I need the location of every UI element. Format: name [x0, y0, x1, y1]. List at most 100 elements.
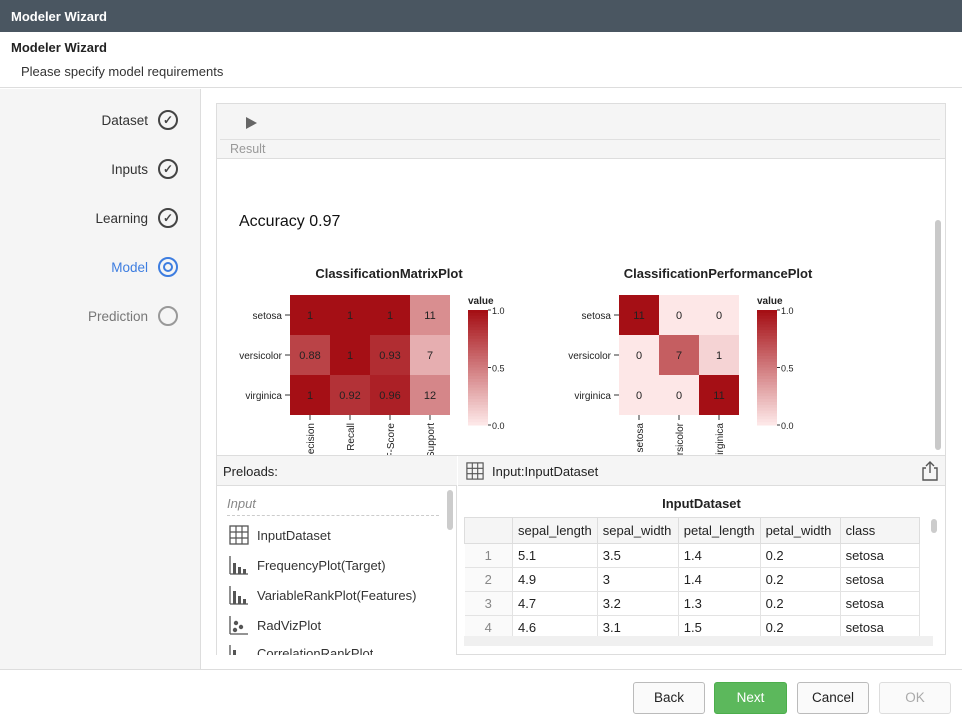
preloads-panel: Preloads: Input InputDataset FrequencyPl…: [217, 456, 457, 655]
table-cell: 3: [597, 567, 679, 592]
back-button[interactable]: Back: [633, 682, 705, 714]
legend-gradient-slice: [757, 402, 777, 406]
cell-value-label: 0.92: [339, 390, 360, 402]
preload-item-inputdataset[interactable]: InputDataset: [229, 524, 331, 546]
column-header[interactable]: petal_length: [677, 517, 761, 544]
cell-value-label: 7: [427, 350, 433, 362]
table-cell: setosa: [840, 543, 920, 568]
legend-gradient-slice: [468, 341, 488, 345]
cancel-button[interactable]: Cancel: [797, 682, 869, 714]
table-cell: 4.9: [512, 567, 598, 592]
legend-gradient-slice: [757, 344, 777, 348]
wizard-subtitle: Please specify model requirements: [21, 64, 224, 79]
current-step-icon: [158, 257, 178, 277]
legend-gradient-slice: [757, 330, 777, 334]
legend-gradient-slice: [757, 379, 777, 383]
step-label: Inputs: [111, 161, 148, 177]
legend-gradient-slice: [757, 381, 777, 386]
export-icon[interactable]: [920, 460, 940, 482]
row-label: setosa: [582, 311, 612, 322]
legend-tick-label: 1.0: [781, 306, 794, 316]
row-number: 3: [464, 591, 513, 616]
table-row[interactable]: 2 4.9 3 1.4 0.2 setosa: [464, 567, 920, 592]
column-label: rsicolor: [675, 422, 686, 455]
ok-button[interactable]: OK: [879, 682, 951, 714]
column-header[interactable]: petal_width: [759, 517, 841, 544]
legend-gradient-slice: [757, 419, 777, 423]
legend-gradient-slice: [468, 373, 488, 377]
legend-gradient-slice: [757, 361, 777, 366]
preload-item-radvizplot[interactable]: RadVizPlot: [229, 614, 321, 636]
legend-gradient-slice: [468, 404, 488, 409]
table-cell: 3.2: [597, 591, 679, 616]
step-label: Learning: [95, 210, 148, 226]
cell-value-label: 1: [307, 390, 313, 402]
legend-gradient-slice: [757, 341, 777, 345]
wizard-header: Modeler Wizard Please specify model requ…: [0, 32, 962, 88]
legend-gradient-slice: [757, 350, 777, 354]
legend-gradient-slice: [757, 367, 777, 371]
cell-value-label: 1: [347, 350, 353, 362]
next-button[interactable]: Next: [714, 682, 787, 714]
result-scrollbar[interactable]: [935, 220, 941, 450]
legend-gradient-slice: [468, 321, 488, 325]
play-icon[interactable]: [243, 114, 259, 132]
legend-gradient-slice: [468, 312, 488, 317]
section-divider: [227, 515, 439, 516]
row-label: versicolor: [239, 351, 282, 362]
preloads-scrollbar[interactable]: [447, 490, 453, 530]
row-label: virginica: [245, 391, 282, 402]
preload-item-label: VariableRankPlot(Features): [257, 587, 417, 603]
row-number: 2: [464, 567, 513, 592]
bar-chart-icon: [229, 586, 248, 605]
table-icon: [229, 525, 249, 545]
dataset-title: InputDataset: [662, 496, 741, 511]
bar-chart-icon: [229, 556, 248, 575]
legend-tick-label: 0.0: [492, 421, 505, 431]
cell-value-label: 7: [676, 350, 682, 362]
dataset-header-title: Input:InputDataset: [492, 464, 599, 479]
window-title: Modeler Wizard: [0, 0, 962, 32]
step-inputs[interactable]: Inputs ✓: [111, 157, 178, 181]
cell-value-label: 0.93: [379, 350, 400, 362]
preload-item-label: CorrelationRankPlot: [257, 646, 374, 655]
column-header[interactable]: class: [839, 517, 920, 544]
legend-tick-label: 0.0: [781, 421, 794, 431]
dataset-horizontal-scrollbar[interactable]: [464, 636, 933, 646]
legend-gradient-slice: [757, 410, 777, 414]
column-header[interactable]: sepal_length: [512, 517, 598, 544]
row-label: setosa: [253, 311, 283, 322]
step-prediction[interactable]: Prediction: [88, 304, 178, 328]
table-cell: 1.4: [678, 543, 761, 568]
legend-gradient-slice: [757, 390, 777, 394]
preload-item-correlationrankplot[interactable]: CorrelationRankPlot: [229, 644, 373, 655]
legend-gradient-slice: [757, 396, 777, 400]
legend-gradient-slice: [468, 335, 488, 340]
legend-gradient-slice: [468, 333, 488, 337]
result-toolbar: Result: [217, 104, 945, 159]
preload-item-frequencyplot[interactable]: FrequencyPlot(Target): [229, 554, 386, 576]
wizard-title: Modeler Wizard: [11, 40, 107, 55]
dataset-scrollbar[interactable]: [931, 519, 937, 533]
table-row[interactable]: 3 4.7 3.2 1.3 0.2 setosa: [464, 591, 920, 616]
legend-gradient-slice: [757, 338, 777, 343]
legend-gradient-slice: [468, 390, 488, 394]
check-icon: ✓: [158, 110, 178, 130]
table-cell: 1.3: [678, 591, 761, 616]
step-dataset[interactable]: Dataset ✓: [101, 108, 178, 132]
legend-gradient-slice: [468, 381, 488, 386]
table-cell: 0.2: [760, 543, 841, 568]
step-learning[interactable]: Learning ✓: [95, 206, 178, 230]
legend-gradient-slice: [468, 399, 488, 403]
legend-gradient-slice: [757, 422, 777, 426]
column-header[interactable]: sepal_width: [596, 517, 679, 544]
cell-value-label: 0: [716, 310, 722, 322]
step-model[interactable]: Model: [111, 255, 178, 279]
table-row[interactable]: 1 5.1 3.5 1.4 0.2 setosa: [464, 543, 920, 568]
result-label: Result: [230, 142, 266, 156]
cell-value-label: 12: [424, 390, 436, 402]
legend-gradient-slice: [468, 315, 488, 320]
legend-gradient-slice: [757, 404, 777, 409]
preload-item-variablerankplot[interactable]: VariableRankPlot(Features): [229, 584, 416, 606]
legend-gradient-slice: [468, 361, 488, 366]
